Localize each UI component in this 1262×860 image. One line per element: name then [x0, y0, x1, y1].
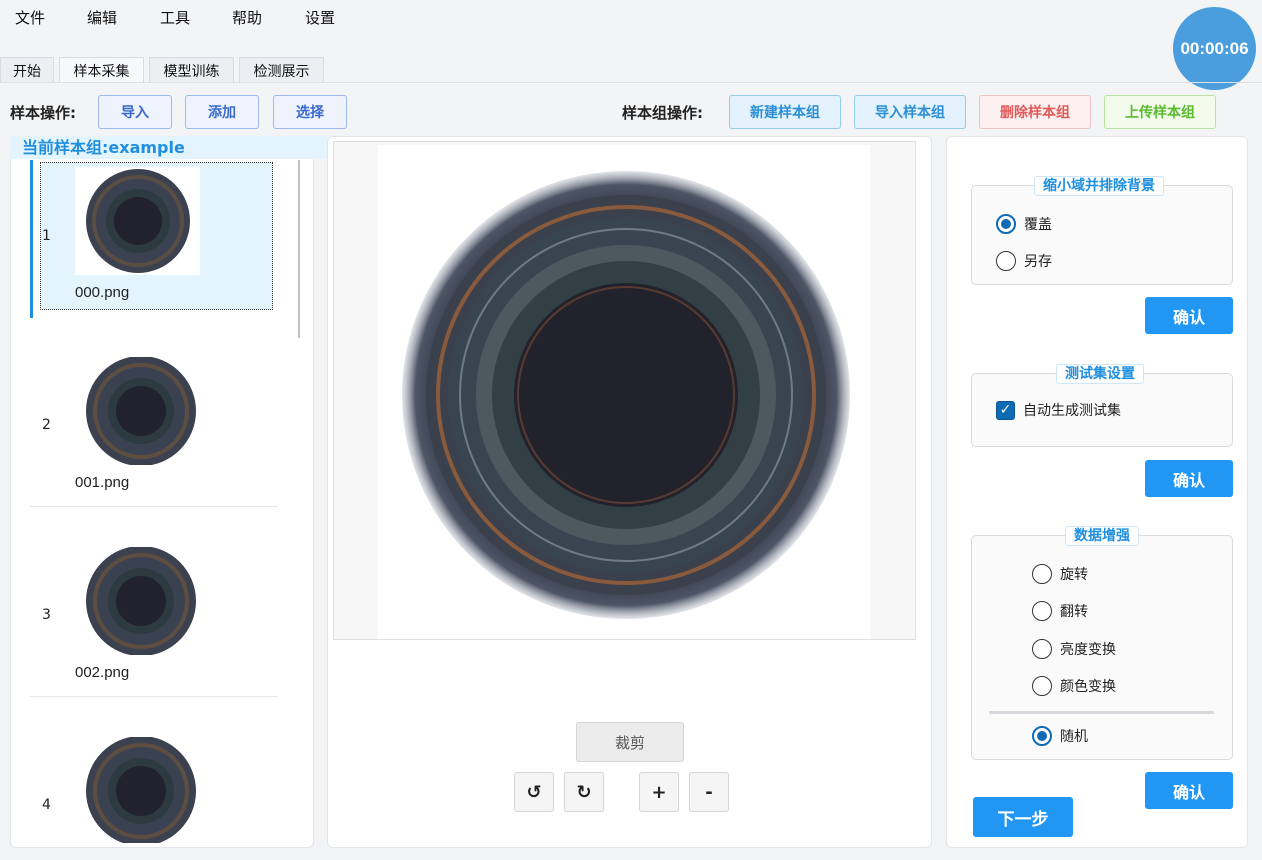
- rotate-option[interactable]: 旋转: [1032, 564, 1088, 584]
- sample-filename: 002.png: [75, 664, 130, 681]
- current-group-label: 当前样本组:example: [10, 136, 328, 159]
- augment-confirm-button[interactable]: 确认: [1145, 772, 1233, 809]
- radio-icon: [1032, 601, 1052, 621]
- testset-group-title: 测试集设置: [1056, 364, 1144, 384]
- color-label: 颜色变换: [1060, 679, 1116, 695]
- menu-bar: 文件 编辑 工具 帮助 设置: [0, 0, 1262, 34]
- crop-button[interactable]: 裁剪: [576, 722, 684, 762]
- sample-thumbnail: [75, 167, 200, 275]
- flip-option[interactable]: 翻转: [1032, 601, 1088, 621]
- testset-confirm-button[interactable]: 确认: [1145, 460, 1233, 497]
- radio-icon: [1032, 639, 1052, 659]
- list-divider: [30, 696, 278, 697]
- select-button[interactable]: 选择: [273, 95, 347, 129]
- sample-ops-label: 样本操作:: [10, 104, 76, 122]
- sample-thumbnail: [75, 357, 200, 465]
- sample-thumbnail: [75, 547, 200, 655]
- sample-number: 2: [42, 417, 51, 433]
- sample-number: 1: [42, 228, 51, 244]
- menu-help[interactable]: 帮助: [232, 7, 262, 28]
- random-label: 随机: [1060, 729, 1088, 745]
- timer-display: 00:00:06: [1173, 7, 1256, 90]
- rotate-label: 旋转: [1060, 567, 1088, 583]
- sample-filename: 001.png: [75, 474, 130, 491]
- shrink-group: 缩小域并排除背景 覆盖 另存: [971, 176, 1233, 285]
- checkmark-icon: ✓: [996, 400, 1015, 420]
- sample-thumbnail: [75, 737, 200, 843]
- radio-icon: [996, 251, 1016, 271]
- upload-group-button[interactable]: 上传样本组: [1104, 95, 1216, 129]
- flip-label: 翻转: [1060, 604, 1088, 620]
- tab-sample-collection[interactable]: 样本采集: [59, 57, 144, 83]
- menu-edit[interactable]: 编辑: [87, 7, 117, 28]
- list-item[interactable]: 3 002.png: [30, 535, 278, 725]
- group-ops-label: 样本组操作:: [622, 104, 703, 122]
- list-item[interactable]: 4: [30, 725, 278, 843]
- save-as-option[interactable]: 另存: [996, 251, 1052, 271]
- random-option[interactable]: 随机: [1032, 726, 1088, 746]
- tab-start[interactable]: 开始: [0, 57, 54, 83]
- list-scrollbar[interactable]: [298, 160, 300, 338]
- menu-file[interactable]: 文件: [15, 7, 45, 28]
- list-item[interactable]: 1 000.png: [30, 160, 278, 350]
- delete-group-button[interactable]: 删除样本组: [979, 95, 1091, 129]
- import-group-button[interactable]: 导入样本组: [854, 95, 966, 129]
- new-group-button[interactable]: 新建样本组: [729, 95, 841, 129]
- sample-number: 3: [42, 607, 51, 623]
- rotate-right-icon[interactable]: ↻: [564, 772, 604, 812]
- shrink-confirm-button[interactable]: 确认: [1145, 297, 1233, 334]
- menu-settings[interactable]: 设置: [305, 7, 335, 28]
- list-divider: [30, 506, 278, 507]
- augment-group-title: 数据增强: [1065, 526, 1139, 546]
- tab-detection-display[interactable]: 检测展示: [239, 57, 324, 83]
- auto-testset-checkbox[interactable]: ✓ 自动生成测试集: [996, 400, 1121, 420]
- radio-icon: [1032, 564, 1052, 584]
- testset-group: 测试集设置 ✓ 自动生成测试集: [971, 364, 1233, 447]
- overwrite-option[interactable]: 覆盖: [996, 214, 1052, 234]
- brightness-label: 亮度变换: [1060, 642, 1116, 658]
- auto-testset-label: 自动生成测试集: [1023, 403, 1121, 419]
- selection-indicator: [30, 160, 33, 318]
- add-button[interactable]: 添加: [185, 95, 259, 129]
- tab-divider: [0, 82, 1262, 83]
- augment-divider: [989, 711, 1214, 714]
- zoom-out-button[interactable]: -: [689, 772, 729, 812]
- tab-model-training[interactable]: 模型训练: [149, 57, 234, 83]
- zoom-in-button[interactable]: +: [639, 772, 679, 812]
- sample-filename: 000.png: [75, 284, 130, 301]
- radio-icon: [1032, 676, 1052, 696]
- radio-selected-icon: [996, 214, 1016, 234]
- shrink-group-title: 缩小域并排除背景: [1034, 176, 1164, 196]
- sample-number: 4: [42, 797, 51, 813]
- import-button[interactable]: 导入: [98, 95, 172, 129]
- next-step-button[interactable]: 下一步: [973, 797, 1073, 837]
- rotate-left-icon[interactable]: ↺: [514, 772, 554, 812]
- radio-selected-icon: [1032, 726, 1052, 746]
- image-viewer[interactable]: [333, 141, 916, 640]
- overwrite-label: 覆盖: [1024, 217, 1052, 233]
- list-item[interactable]: 2 001.png: [30, 345, 278, 535]
- augment-group: 数据增强 旋转 翻转 亮度变换 颜色变换 随机: [971, 526, 1233, 760]
- color-option[interactable]: 颜色变换: [1032, 676, 1116, 696]
- sample-image: [378, 145, 870, 639]
- brightness-option[interactable]: 亮度变换: [1032, 639, 1116, 659]
- menu-tools[interactable]: 工具: [160, 7, 190, 28]
- save-as-label: 另存: [1024, 254, 1052, 270]
